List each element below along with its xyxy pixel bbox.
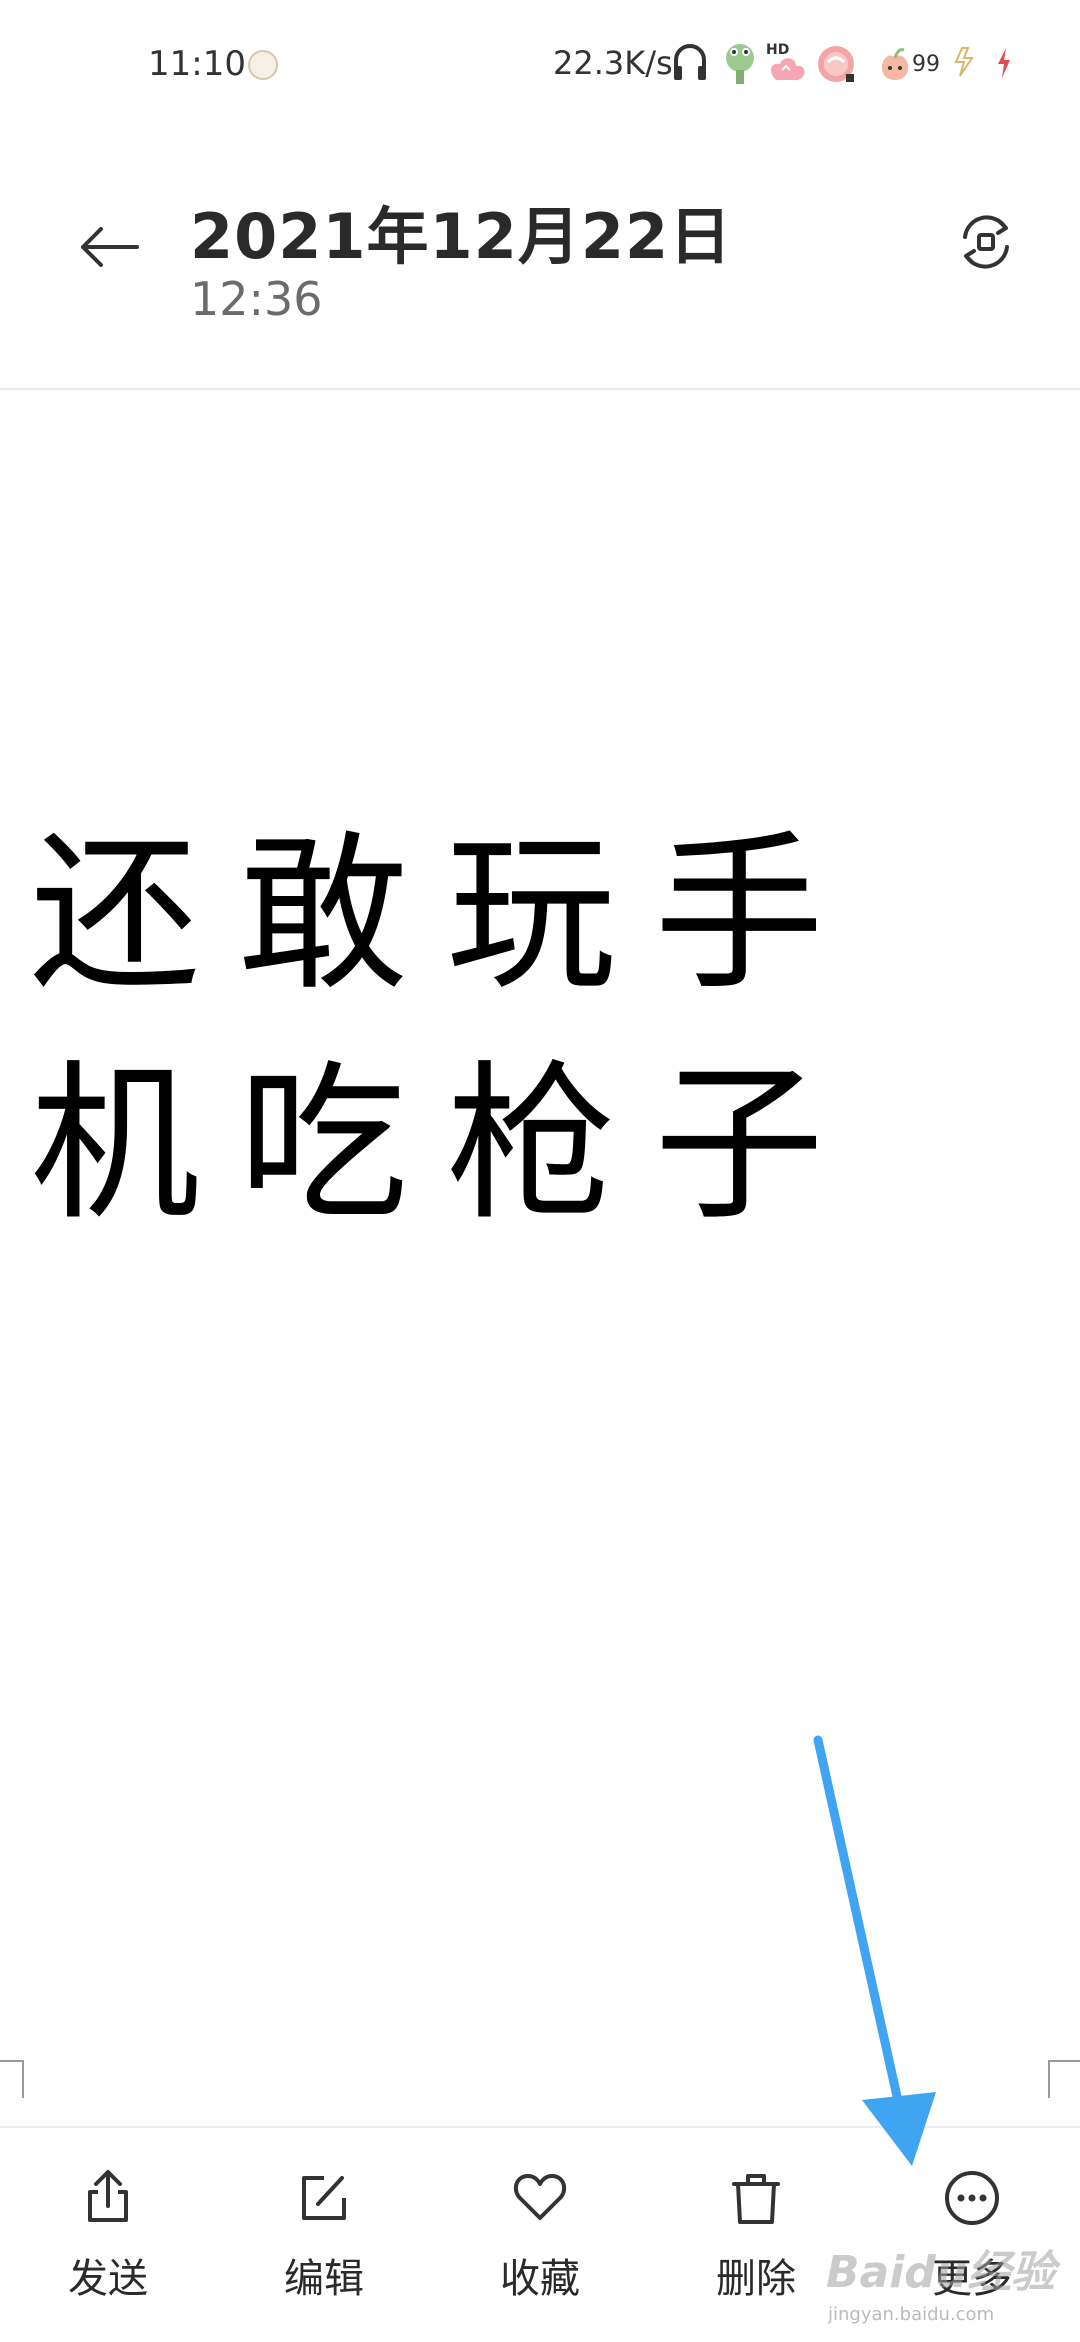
send-button[interactable]: 发送: [38, 2168, 178, 2318]
page-corner-right: [1048, 2060, 1080, 2098]
delete-label: 删除: [716, 2256, 796, 2302]
battery-level: 99: [912, 52, 940, 77]
headphones-icon: [674, 44, 706, 80]
face-icon: [248, 50, 278, 80]
status-icons: HD 99: [672, 40, 1032, 86]
rotate-icon: [963, 215, 1009, 269]
status-bar: 11:10 22.3K/s HD 99: [0, 0, 1080, 120]
rotate-button[interactable]: [950, 206, 1022, 278]
note-body[interactable]: 还敢玩手机吃枪子: [30, 800, 1050, 1260]
flash-icon: [954, 47, 974, 77]
network-speed: 22.3K/s: [553, 44, 673, 82]
edit-label: 编辑: [284, 2256, 364, 2302]
trash-icon: [732, 2174, 780, 2224]
wifi-sticker-icon: [818, 46, 854, 82]
frog-icon: [726, 44, 754, 84]
edit-icon: [302, 2176, 346, 2220]
back-button[interactable]: [72, 210, 146, 284]
baidu-watermark-url: jingyan.baidu.com: [828, 2304, 995, 2325]
favorite-label: 收藏: [500, 2256, 580, 2302]
charging-icon: [998, 48, 1010, 78]
note-header: 2021年12月22日 12:36: [0, 120, 1080, 390]
favorite-button[interactable]: 收藏: [470, 2168, 610, 2318]
delete-button[interactable]: 删除: [686, 2168, 826, 2318]
hd-label: HD: [766, 42, 789, 58]
hd-signal-icon: HD: [766, 42, 805, 80]
page-corner-left: [0, 2060, 24, 2098]
send-label: 发送: [68, 2256, 148, 2302]
status-time: 11:10: [148, 44, 246, 84]
note-time: 12:36: [190, 272, 323, 326]
arrow-left-icon: [81, 227, 139, 267]
arrow-shaft: [813, 1735, 905, 2115]
share-icon: [88, 2170, 128, 2222]
heart-icon: [513, 2174, 567, 2220]
note-date: 2021年12月22日: [190, 200, 733, 273]
more-icon: [945, 2171, 999, 2225]
edit-button[interactable]: 编辑: [254, 2168, 394, 2318]
peach-battery-icon: [881, 48, 909, 80]
